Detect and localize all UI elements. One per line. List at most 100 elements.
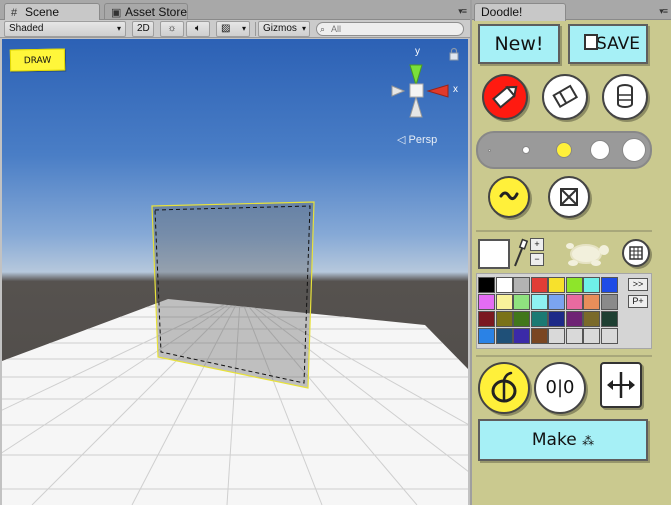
palette-swatch[interactable] (565, 277, 583, 293)
flip-arrows-icon (607, 372, 635, 398)
palette-swatch[interactable] (530, 311, 548, 327)
scene-tabbar: # Scene ▣ Asset Store ▾≡ (0, 0, 470, 21)
panel-menu-icon[interactable]: ▾≡ (659, 6, 668, 17)
palette-swatch[interactable] (495, 294, 513, 310)
palette-swatch[interactable] (530, 328, 548, 344)
palette-swatch[interactable] (495, 311, 513, 327)
speaker-icon: 🔈︎ (195, 23, 201, 34)
palette-swatch[interactable] (583, 311, 600, 327)
tab-scene[interactable]: # Scene (4, 3, 100, 21)
palette-swatch[interactable] (600, 294, 618, 310)
palette-swatch[interactable] (548, 311, 565, 327)
palette-add-button[interactable]: P+ (628, 295, 648, 308)
palette-swatch[interactable] (530, 294, 548, 310)
palette-swatch[interactable] (530, 277, 548, 293)
palette-swatch[interactable] (565, 294, 583, 310)
brush-size-bar (476, 131, 652, 169)
sun-icon: ☼ (167, 23, 177, 34)
flip-horizontal-button[interactable] (600, 362, 642, 408)
palette-swatch[interactable] (478, 277, 495, 293)
make-button[interactable]: Make ⁂ (478, 419, 648, 461)
bucket-icon (617, 84, 633, 108)
grid-icon (629, 246, 643, 260)
sparkle-icon: ⁂ (582, 434, 595, 448)
gizmo-y-label: y (415, 46, 420, 57)
current-color-swatch[interactable] (478, 239, 510, 269)
palette-swatch[interactable] (600, 328, 618, 344)
eraser-tool-button[interactable] (542, 74, 588, 120)
tab-asset-store[interactable]: ▣ Asset Store (104, 3, 188, 21)
scene-viewport[interactable]: y x ◁ Persp DRAW (2, 39, 468, 505)
panel-menu-icon[interactable]: ▾≡ (458, 6, 467, 17)
palette-swatch[interactable] (513, 294, 530, 310)
shading-dropdown[interactable]: Shaded ▾ (4, 21, 126, 37)
palette-swatch[interactable] (478, 311, 495, 327)
gizmos-dropdown[interactable]: Gizmos ▾ (258, 21, 310, 37)
crossed-box-icon (560, 188, 578, 206)
scene-toolbar: Shaded ▾ 2D ☼ 🔈︎ ▨ ▾ Gizmos ▾ ⌕ All (0, 20, 470, 38)
palette-swatch[interactable] (513, 328, 530, 344)
effects-dropdown[interactable]: ▨ ▾ (216, 21, 250, 37)
save-button[interactable]: SAVE (568, 24, 648, 64)
palette-swatch[interactable] (600, 277, 618, 293)
grid-toggle-button[interactable] (622, 239, 650, 267)
lock-icon[interactable] (449, 47, 459, 61)
brush-size-1[interactable] (488, 149, 491, 152)
unity-editor: # Scene ▣ Asset Store ▾≡ Shaded ▾ 2D ☼ 🔈︎ … (0, 0, 671, 505)
draw-label: DRAW (9, 48, 66, 72)
mirror-button[interactable]: 0|0 (534, 362, 586, 414)
smooth-stroke-button[interactable] (488, 176, 530, 218)
palette-swatch[interactable] (513, 277, 530, 293)
palette-swatch[interactable] (565, 311, 583, 327)
new-button[interactable]: New! (478, 24, 560, 64)
doodle-tabbar: Doodle! ▾≡ (472, 0, 671, 21)
search-icon: ⌕ (320, 24, 326, 34)
dropdown-arrow-icon: ▾ (301, 24, 306, 33)
palette-swatch[interactable] (478, 328, 495, 344)
palette-swatch[interactable] (548, 277, 565, 293)
eyedropper-icon[interactable] (512, 238, 528, 268)
palette-swatch[interactable] (495, 277, 513, 293)
onion-skin-button[interactable] (478, 362, 530, 414)
size-plus-button[interactable]: + (530, 238, 544, 251)
palette-swatch[interactable] (583, 277, 600, 293)
section-divider (476, 355, 652, 357)
scene-panel: # Scene ▣ Asset Store ▾≡ Shaded ▾ 2D ☼ 🔈︎ … (0, 0, 470, 505)
lighting-toggle[interactable]: ☼ (160, 21, 184, 37)
scene-search-input[interactable]: ⌕ All (316, 22, 464, 36)
pen-tool-button[interactable] (482, 74, 528, 120)
brush-size-3[interactable] (556, 142, 572, 158)
gizmo-x-label: x (453, 84, 458, 95)
doodle-quad-outline[interactable] (151, 201, 315, 389)
audio-toggle[interactable]: 🔈︎ (186, 21, 210, 37)
palette-swatch[interactable] (513, 311, 530, 327)
brush-size-4[interactable] (590, 140, 610, 160)
palette-swatch[interactable] (583, 294, 600, 310)
onion-icon (491, 371, 517, 403)
palette-swatch[interactable] (583, 328, 600, 344)
brush-size-5[interactable] (622, 138, 646, 162)
turtle-icon[interactable] (560, 236, 612, 270)
size-minus-button[interactable]: − (530, 253, 544, 266)
floppy-icon (584, 34, 598, 50)
palette-swatch[interactable] (565, 328, 583, 344)
brush-size-2[interactable] (522, 146, 530, 154)
scene-view-drawing (2, 47, 468, 505)
toolbar-separator (255, 22, 256, 36)
orientation-gizmo[interactable] (391, 64, 449, 118)
image-icon: ▨ (221, 23, 231, 34)
palette-next-button[interactable]: >> (628, 278, 648, 291)
no-fill-button[interactable] (548, 176, 590, 218)
eraser-icon (552, 84, 579, 109)
palette-swatch[interactable] (600, 311, 618, 327)
toggle-2d-button[interactable]: 2D (132, 21, 154, 37)
wave-icon (499, 191, 519, 201)
bucket-tool-button[interactable] (602, 74, 648, 120)
tab-doodle[interactable]: Doodle! (474, 3, 566, 21)
palette-swatch[interactable] (548, 328, 565, 344)
persp-label[interactable]: ◁ Persp (397, 133, 437, 146)
palette-swatch[interactable] (548, 294, 565, 310)
palette-swatch[interactable] (495, 328, 513, 344)
dropdown-arrow-icon: ▾ (241, 24, 246, 33)
palette-swatch[interactable] (478, 294, 495, 310)
